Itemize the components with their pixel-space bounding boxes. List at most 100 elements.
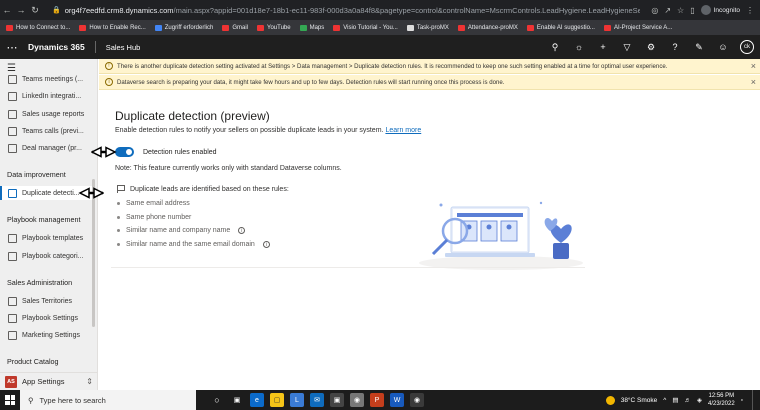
close-icon[interactable]: × bbox=[751, 77, 756, 87]
weather-text[interactable]: 38°C Smoke bbox=[621, 397, 658, 404]
lock-icon[interactable]: 🔒 bbox=[52, 6, 61, 14]
windows-icon bbox=[5, 395, 15, 405]
app-launcher-icon[interactable]: ⋯ bbox=[0, 41, 24, 54]
clock[interactable]: 12:56 PM 4/23/2022 bbox=[708, 392, 735, 408]
sidebar-item-deal-manager[interactable]: Deal manager (pr... bbox=[0, 141, 92, 155]
learn-more-link[interactable]: Learn more bbox=[385, 127, 421, 134]
add-icon[interactable]: + bbox=[596, 42, 610, 52]
linkedin-learning-icon[interactable]: L bbox=[290, 393, 304, 407]
feature-note: Note: This feature currently works only … bbox=[115, 165, 342, 172]
tray-chevron-icon[interactable]: ^ bbox=[663, 397, 666, 404]
network-icon[interactable]: ▤ bbox=[672, 396, 678, 404]
area-label: App Settings bbox=[22, 377, 65, 386]
sidebar-item-label: LinkedIn integrati... bbox=[22, 92, 82, 100]
page-description: Enable detection rules to notify your se… bbox=[115, 127, 421, 134]
sidebar-item-playbook-settings[interactable]: Playbook Settings bbox=[0, 311, 92, 325]
bookmark[interactable]: Maps bbox=[299, 24, 325, 31]
edge-icon[interactable]: e bbox=[250, 393, 264, 407]
notification-bar: i Dataverse search is preparing your dat… bbox=[99, 75, 760, 90]
area-switcher[interactable]: AS App Settings ⇕ bbox=[0, 372, 97, 390]
bookmark[interactable]: Visio Tutorial - You... bbox=[333, 24, 398, 31]
cortana-icon[interactable]: ○ bbox=[210, 393, 224, 407]
app-icon[interactable]: ◉ bbox=[410, 393, 424, 407]
main-content: Duplicate detection (preview) Enable det… bbox=[99, 91, 760, 390]
sidebar-item-label: Playbook categori... bbox=[22, 252, 84, 260]
sidebar-item-sales-territories[interactable]: Sales Territories bbox=[0, 294, 92, 308]
filter-icon[interactable]: ▽ bbox=[620, 42, 634, 53]
bookmark-label: Enable AI suggestio... bbox=[536, 24, 595, 31]
info-icon[interactable]: i bbox=[262, 241, 270, 248]
star-icon[interactable]: ☆ bbox=[677, 6, 684, 15]
clock-time: 12:56 PM bbox=[708, 393, 735, 399]
start-button[interactable] bbox=[0, 390, 20, 410]
feedback-icon[interactable]: ☺ bbox=[716, 42, 730, 52]
bookmark[interactable]: AI-Project Service A... bbox=[603, 24, 672, 31]
sidebar-item-teams-calls[interactable]: Teams calls (previ... bbox=[0, 124, 92, 138]
volume-icon[interactable]: ♬ bbox=[684, 397, 691, 404]
settings-icon bbox=[8, 313, 17, 323]
sidebar-item-linkedin[interactable]: LinkedIn integrati... bbox=[0, 89, 92, 103]
forward-icon[interactable]: → bbox=[14, 5, 28, 15]
mail-icon[interactable]: ✉ bbox=[310, 393, 324, 407]
rule-item: Same email address bbox=[117, 200, 190, 207]
sidebar-scrollbar[interactable] bbox=[92, 179, 95, 327]
language-icon[interactable]: ◈ bbox=[697, 396, 702, 404]
hub-name[interactable]: Sales Hub bbox=[106, 43, 141, 52]
bookmark[interactable]: Attendance-proMX bbox=[457, 24, 518, 31]
sidebar-item-teams-meetings[interactable]: Teams meetings (... bbox=[0, 72, 92, 86]
app-name[interactable]: Dynamics 365 bbox=[28, 42, 85, 52]
sidebar-item-label: Teams meetings (... bbox=[22, 75, 84, 83]
app-header: ⋯ Dynamics 365 Sales Hub ⚲ ☼ + ▽ ⚙ ? ✎ ☺… bbox=[0, 35, 760, 59]
bookmark-label: Maps bbox=[309, 24, 325, 31]
bullet-icon bbox=[117, 216, 120, 219]
sidebar-item-sales-usage-reports[interactable]: Sales usage reports bbox=[0, 107, 92, 121]
sidebar-item-marketing-settings[interactable]: Marketing Settings bbox=[0, 328, 92, 342]
bookmark[interactable]: How to Enable Rec... bbox=[79, 24, 146, 31]
incognito-badge[interactable]: Incognito bbox=[700, 5, 740, 15]
search-icon[interactable]: ⚲ bbox=[548, 42, 562, 53]
store-icon[interactable]: ▣ bbox=[330, 393, 344, 407]
sidebar-item-label: Sales usage reports bbox=[22, 110, 85, 118]
chat-icon[interactable]: ✎ bbox=[692, 42, 706, 53]
bookmark[interactable]: Enable AI suggestio... bbox=[526, 24, 595, 31]
share-icon[interactable]: ↗ bbox=[664, 6, 671, 15]
rules-heading-text: Duplicate leads are identified based on … bbox=[130, 185, 289, 193]
address-bar[interactable]: org4f7eedfd.crm8.dynamics.com/main.aspx?… bbox=[65, 6, 640, 15]
search-icon: ⚲ bbox=[28, 395, 34, 405]
area-badge: AS bbox=[5, 375, 17, 388]
back-icon[interactable]: ← bbox=[0, 5, 14, 15]
show-desktop-button[interactable] bbox=[752, 390, 754, 410]
sidepanel-icon[interactable]: ▯ bbox=[690, 6, 694, 15]
maps-icon bbox=[299, 24, 307, 31]
bookmark[interactable]: How to Connect to... bbox=[6, 24, 70, 31]
weather-icon[interactable] bbox=[605, 395, 615, 405]
sidebar-item-playbook-templates[interactable]: Playbook templates bbox=[0, 231, 92, 245]
header-divider bbox=[94, 41, 96, 53]
close-icon[interactable]: × bbox=[751, 61, 756, 71]
word-icon[interactable]: W bbox=[390, 393, 404, 407]
lightbulb-icon[interactable]: ☼ bbox=[572, 42, 586, 52]
bookmark[interactable]: Zugriff erforderlich bbox=[154, 24, 213, 31]
file-explorer-icon[interactable]: ▢ bbox=[270, 393, 284, 407]
help-icon[interactable]: ? bbox=[668, 42, 682, 52]
taskbar-search[interactable]: ⚲ Type here to search bbox=[20, 390, 196, 410]
task-view-icon[interactable]: ▣ bbox=[230, 393, 244, 407]
bookmark[interactable]: Task-proMX bbox=[406, 24, 449, 31]
rule-item: Similar name and the same email domain i bbox=[117, 241, 270, 248]
sidebar-item-playbook-categories[interactable]: Playbook categori... bbox=[0, 249, 92, 263]
reload-icon[interactable]: ↻ bbox=[28, 5, 42, 16]
avatar[interactable]: ck bbox=[740, 40, 754, 54]
info-icon[interactable]: i bbox=[238, 227, 246, 234]
browser-toolbar: ← → ↻ 🔒 org4f7eedfd.crm8.dynamics.com/ma… bbox=[0, 0, 760, 20]
powerpoint-icon[interactable]: P bbox=[370, 393, 384, 407]
bookmark[interactable]: YouTube bbox=[257, 24, 291, 31]
deal-icon bbox=[8, 143, 17, 153]
youtube-icon bbox=[526, 24, 534, 31]
more-vert-icon[interactable]: ⋮ bbox=[746, 6, 754, 15]
gear-icon[interactable]: ⚙ bbox=[644, 42, 658, 53]
chrome-icon[interactable]: ◉ bbox=[350, 393, 364, 407]
detection-rules-toggle[interactable] bbox=[115, 147, 134, 157]
eye-off-icon[interactable]: ◎ bbox=[651, 6, 658, 15]
bookmark[interactable]: Gmail bbox=[222, 24, 248, 31]
notifications-icon[interactable]: ▫ bbox=[741, 397, 743, 404]
